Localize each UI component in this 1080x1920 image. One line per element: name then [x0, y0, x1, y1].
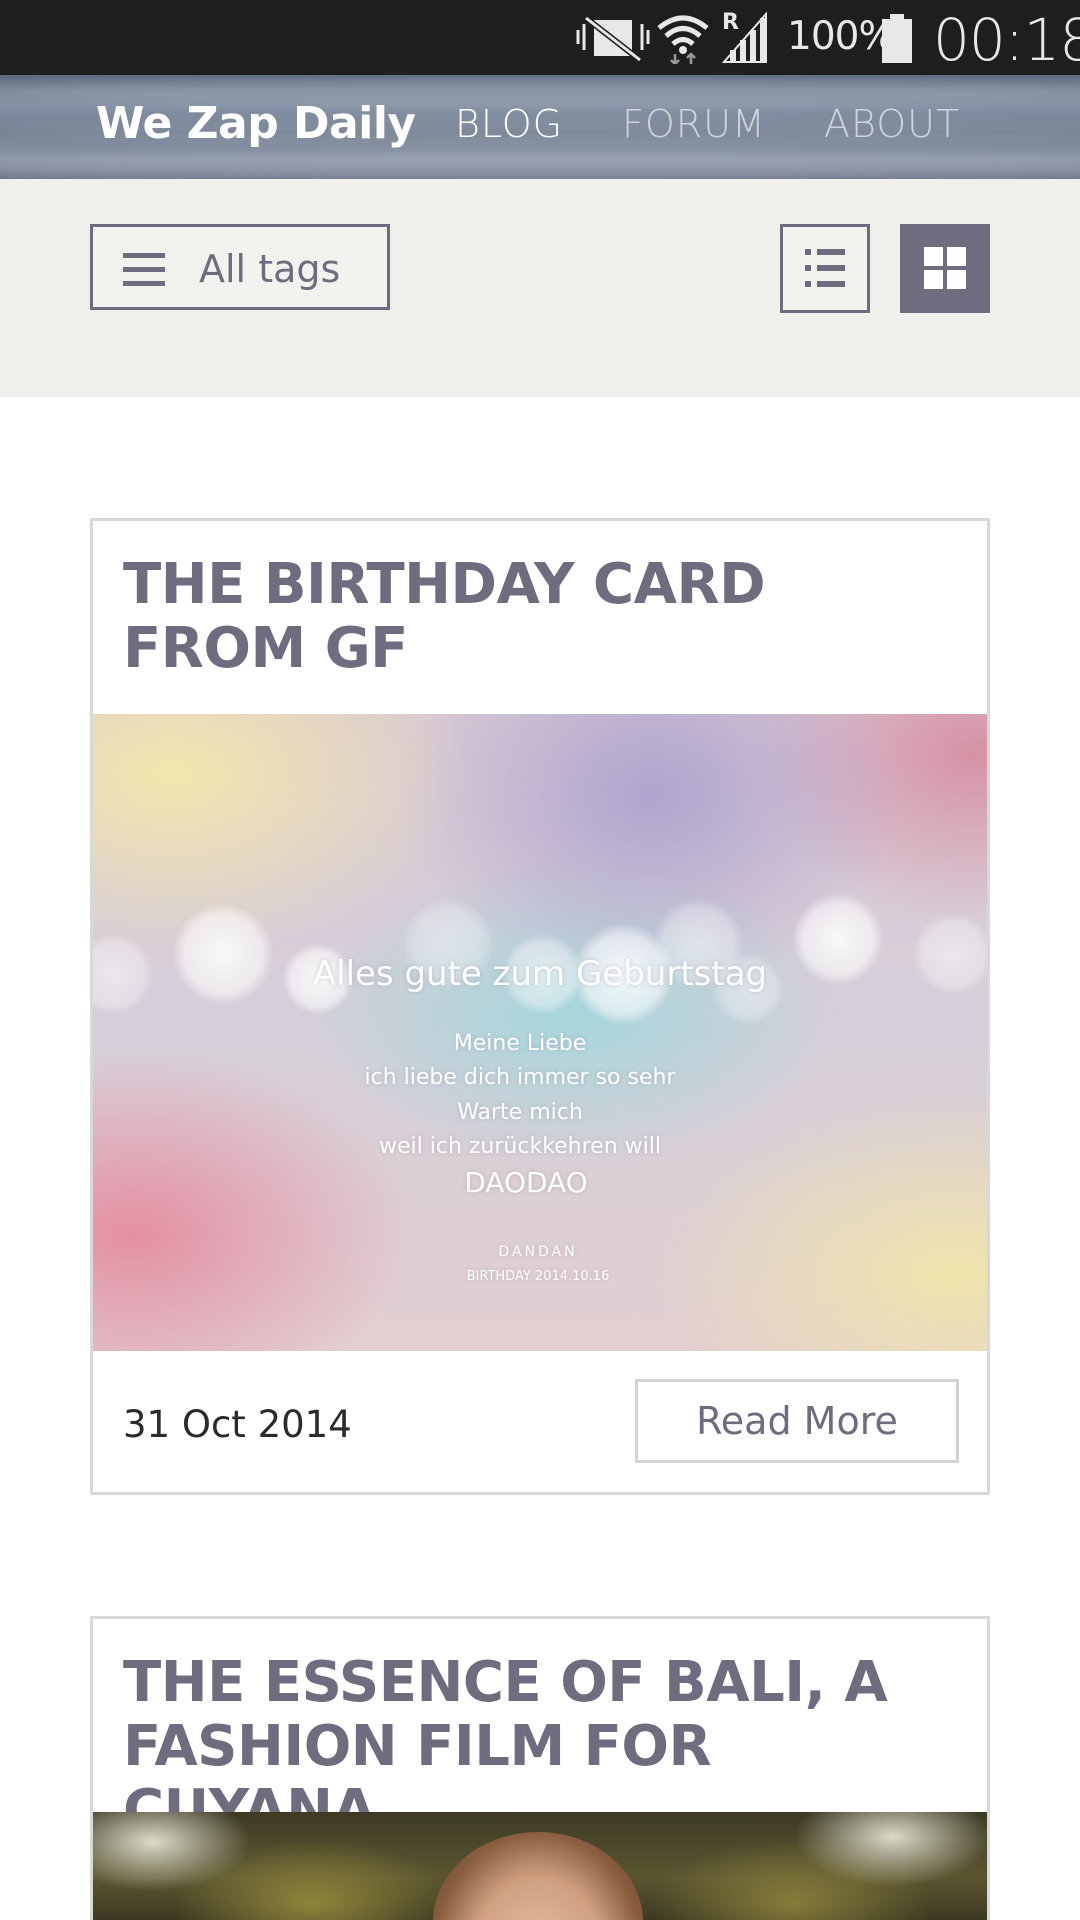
read-more-button[interactable]: Read More	[635, 1379, 959, 1463]
all-tags-label: All tags	[199, 247, 341, 291]
clock: 00:18	[933, 6, 1080, 74]
signal-icon	[721, 11, 767, 63]
post-title[interactable]: THE BIRTHDAY CARD FROM GF	[123, 553, 963, 681]
grid-view-button[interactable]	[900, 224, 990, 313]
filter-toolbar: All tags	[0, 179, 1080, 397]
card-line: Warte mich	[457, 1100, 583, 1125]
post-image[interactable]: Alles gute zum Geburtstag Meine Liebe ic…	[93, 714, 987, 1351]
vibrate-mute-icon	[576, 15, 650, 63]
menu-icon	[123, 253, 165, 287]
list-view-button[interactable]	[780, 224, 870, 313]
battery-icon	[882, 14, 912, 63]
post-date: 31 Oct 2014	[123, 1403, 352, 1446]
card-line: weil ich zurückkehren will	[378, 1134, 661, 1159]
nav-link-forum[interactable]: FORUM	[622, 102, 766, 146]
post-card: THE ESSENCE OF BALI, A FASHION FILM FOR …	[90, 1616, 990, 1920]
card-signature: DANDAN	[498, 1244, 578, 1260]
list-view-icon	[805, 249, 845, 287]
nav-link-about[interactable]: ABOUT	[824, 102, 960, 146]
card-name: DAODAO	[464, 1166, 588, 1199]
battery-percent: 100%	[787, 14, 895, 59]
all-tags-dropdown[interactable]: All tags	[90, 224, 390, 310]
status-bar: R 100% 00:18	[0, 0, 1080, 75]
site-logo[interactable]: We Zap Daily	[96, 98, 416, 149]
grid-view-icon	[924, 247, 966, 289]
post-image[interactable]	[93, 1812, 987, 1920]
card-headline: Alles gute zum Geburtstag	[312, 954, 768, 994]
nav-link-blog[interactable]: BLOG	[455, 102, 563, 146]
card-line: ich liebe dich immer so sehr	[364, 1065, 676, 1090]
wifi-icon	[657, 15, 709, 64]
card-line: Meine Liebe	[453, 1031, 587, 1056]
site-header: We Zap Daily BLOG FORUM ABOUT	[0, 75, 1080, 179]
post-card: THE BIRTHDAY CARD FROM GF Alles gute zum…	[90, 518, 990, 1495]
card-date-line: BIRTHDAY 2014.10.16	[466, 1269, 610, 1284]
